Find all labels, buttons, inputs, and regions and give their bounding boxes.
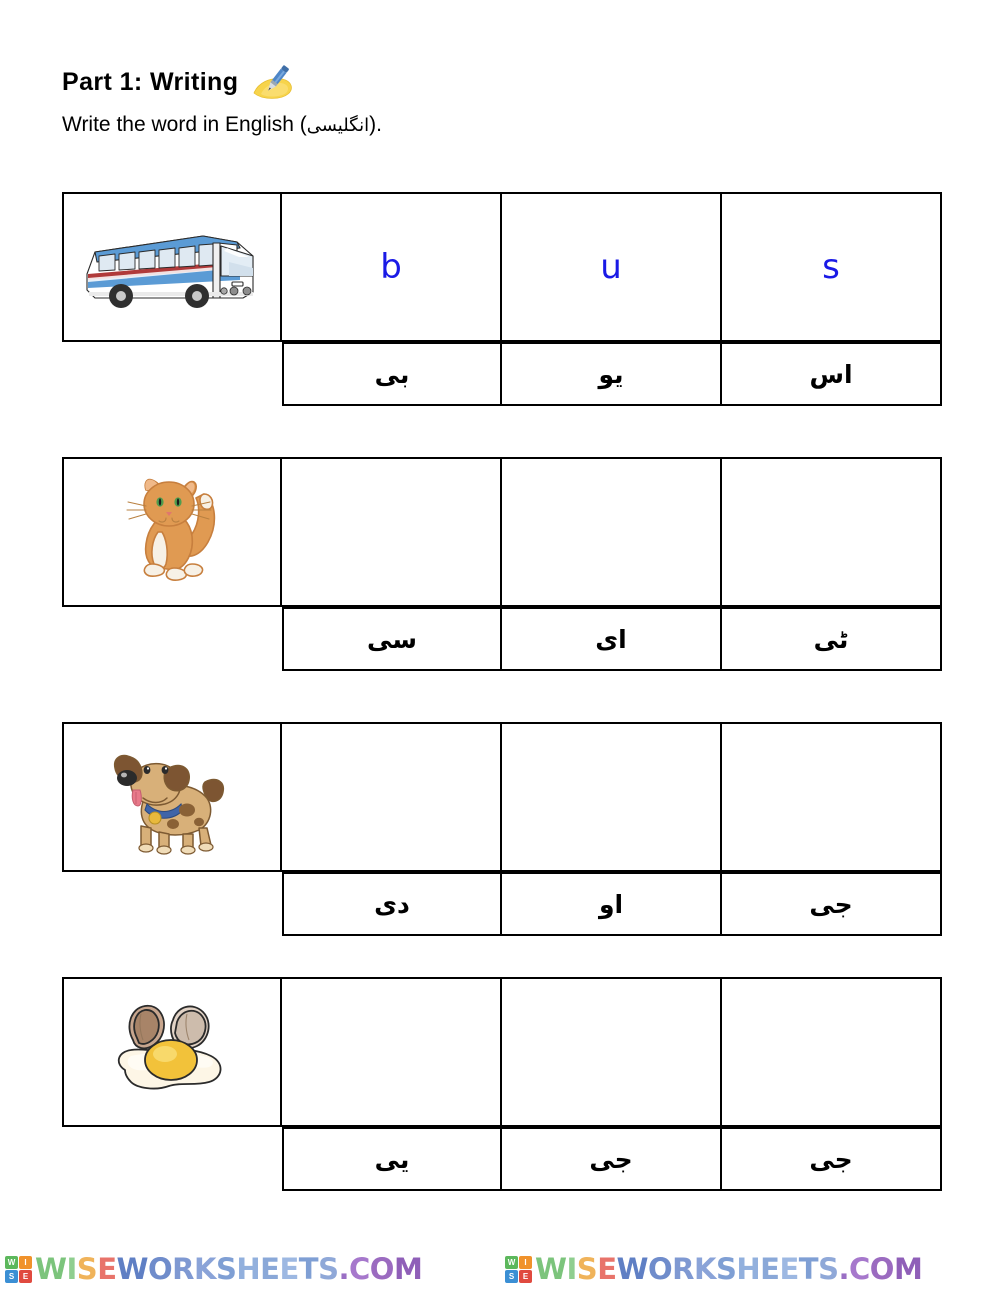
logo-letter-w: W: [505, 1256, 518, 1269]
logo-letter-e: E: [519, 1270, 532, 1283]
urdu-bus-2: یو: [598, 359, 624, 389]
urdu-cell-egg-1: یی: [282, 1127, 502, 1191]
table-row: [62, 977, 942, 1127]
cat-image: [126, 478, 216, 581]
picture-cell-egg: [62, 977, 282, 1127]
urdu-cell-dog-3: جی: [722, 872, 942, 936]
question-table-egg: یی جی جی: [62, 977, 942, 1191]
answer-cell-bus-1[interactable]: b: [282, 192, 502, 342]
watermark-unit: W I S E WISEWORKSHEETS.COM: [0, 1255, 500, 1284]
urdu-dog-2: او: [598, 889, 624, 919]
instruction-suffix: ).: [369, 113, 382, 136]
urdu-cell-dog-2: او: [502, 872, 722, 936]
picture-cell-bus: [62, 192, 282, 342]
instruction-urdu-word: انگلیسی: [306, 115, 370, 136]
worksheet-header: Part 1: Writing Write the word in Englis…: [62, 62, 922, 138]
urdu-cell-egg-3: جی: [722, 1127, 942, 1191]
answer-cell-cat-3[interactable]: [722, 457, 942, 607]
watermark-text: WISEWORKSHEETS.COM: [535, 1252, 923, 1286]
part-title-row: Part 1: Writing: [62, 62, 922, 102]
urdu-cell-egg-2: جی: [502, 1127, 722, 1191]
pen-writing-icon: [253, 65, 293, 99]
watermark-unit: W I S E WISEWORKSHEETS.COM: [500, 1255, 1000, 1284]
answer-cell-cat-2[interactable]: [502, 457, 722, 607]
answer-cell-bus-2[interactable]: u: [502, 192, 722, 342]
instruction-text: Write the word in English (انگلیسی).: [62, 112, 922, 138]
answer-cell-dog-2[interactable]: [502, 722, 722, 872]
urdu-dog-3: جی: [809, 889, 853, 919]
wise-logo-icon: W I S E: [505, 1256, 532, 1283]
logo-letter-i: I: [19, 1256, 32, 1269]
page-title: Part 1: Writing: [62, 67, 239, 96]
bus-image: [86, 235, 254, 308]
question-table-cat: سی ای ٹی: [62, 457, 942, 671]
wise-logo-icon: W I S E: [5, 1256, 32, 1283]
table-row: سی ای ٹی: [62, 607, 942, 671]
urdu-egg-1: یی: [374, 1144, 410, 1174]
letter-bus-3: s: [822, 247, 840, 287]
urdu-cell-dog-1: دی: [282, 872, 502, 936]
picture-cell-cat: [62, 457, 282, 607]
instruction-prefix: Write the word in English (: [62, 113, 307, 136]
logo-letter-s: S: [5, 1270, 18, 1283]
urdu-egg-3: جی: [809, 1144, 853, 1174]
answer-cell-dog-1[interactable]: [282, 722, 502, 872]
logo-letter-w: W: [5, 1256, 18, 1269]
table-row: یی جی جی: [62, 1127, 942, 1191]
answer-cell-bus-3[interactable]: s: [722, 192, 942, 342]
urdu-cell-cat-3: ٹی: [722, 607, 942, 671]
urdu-cell-bus-1: بی: [282, 342, 502, 406]
worksheet-page: Part 1: Writing Write the word in Englis…: [0, 0, 1000, 1291]
picture-cell-dog: [62, 722, 282, 872]
question-table-bus: b u s بی یو اس: [62, 192, 942, 406]
logo-letter-e: E: [19, 1270, 32, 1283]
urdu-cat-2: ای: [595, 624, 627, 654]
urdu-cell-cat-2: ای: [502, 607, 722, 671]
answer-cell-egg-3[interactable]: [722, 977, 942, 1127]
logo-letter-s: S: [505, 1270, 518, 1283]
urdu-cat-3: ٹی: [813, 624, 849, 654]
urdu-cell-bus-2: یو: [502, 342, 722, 406]
answer-cell-egg-1[interactable]: [282, 977, 502, 1127]
table-row: بی یو اس: [62, 342, 942, 406]
footer-watermark: W I S E WISEWORKSHEETS.COM W I S E WISEW…: [0, 1248, 1000, 1291]
dog-image: [113, 754, 225, 855]
letter-bus-1: b: [380, 247, 402, 287]
watermark-text: WISEWORKSHEETS.COM: [35, 1252, 423, 1286]
urdu-cell-cat-1: سی: [282, 607, 502, 671]
urdu-egg-2: جی: [589, 1144, 633, 1174]
question-table-dog: دی او جی: [62, 722, 942, 936]
answer-cell-cat-1[interactable]: [282, 457, 502, 607]
urdu-bus-3: اس: [809, 359, 853, 389]
table-row: دی او جی: [62, 872, 942, 936]
table-row: [62, 722, 942, 872]
logo-letter-i: I: [519, 1256, 532, 1269]
answer-cell-dog-3[interactable]: [722, 722, 942, 872]
letter-bus-2: u: [600, 247, 622, 287]
urdu-cell-bus-3: اس: [722, 342, 942, 406]
urdu-cat-1: سی: [367, 624, 417, 654]
table-row: b u s: [62, 192, 942, 342]
answer-cell-egg-2[interactable]: [502, 977, 722, 1127]
egg-image: [117, 1005, 222, 1090]
table-row: [62, 457, 942, 607]
urdu-bus-1: بی: [374, 359, 410, 389]
urdu-dog-1: دی: [374, 889, 410, 919]
